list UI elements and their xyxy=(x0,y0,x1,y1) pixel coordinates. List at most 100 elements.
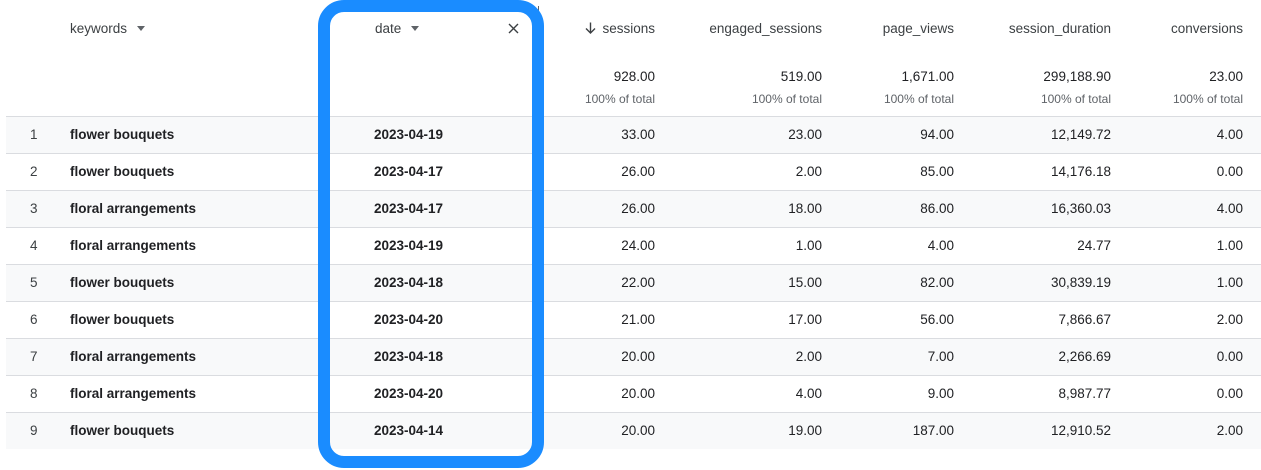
keyword-cell: flower bouquets xyxy=(70,312,175,327)
column-header-date-label: date xyxy=(375,20,402,36)
engaged-sessions-cell: 2.00 xyxy=(795,164,822,179)
column-header-engaged-sessions[interactable]: engaged_sessions xyxy=(680,16,822,40)
session-duration-cell: 24.77 xyxy=(1077,238,1111,253)
row-index: 2 xyxy=(30,164,38,179)
percent-of-total: 100% of total xyxy=(1040,92,1111,106)
keyword-cell: floral arrangements xyxy=(70,386,197,401)
engaged-sessions-cell: 17.00 xyxy=(788,312,822,327)
session-duration-cell: 12,149.72 xyxy=(1050,127,1111,142)
page-views-cell: 86.00 xyxy=(920,201,954,216)
keyword-cell: flower bouquets xyxy=(70,127,175,142)
page-views-cell: 9.00 xyxy=(927,386,954,401)
engaged-sessions-cell: 18.00 xyxy=(788,201,822,216)
page-views-cell: 4.00 xyxy=(927,238,954,253)
sessions-cell: 20.00 xyxy=(621,349,655,364)
arrow-down-icon xyxy=(585,22,596,34)
row-index: 1 xyxy=(30,127,38,142)
table-row[interactable]: 8 floral arrangements 2023-04-20 20.00 4… xyxy=(6,375,1261,412)
conversions-cell: 0.00 xyxy=(1216,164,1243,179)
date-cell: 2023-04-17 xyxy=(374,201,444,216)
date-cell: 2023-04-18 xyxy=(374,349,444,364)
engaged-sessions-cell: 15.00 xyxy=(788,275,822,290)
column-header-conversions[interactable]: conversions xyxy=(1140,16,1243,40)
session-duration-cell: 2,266.69 xyxy=(1058,349,1111,364)
table-row[interactable]: 6 flower bouquets 2023-04-20 21.00 17.00… xyxy=(6,301,1261,338)
table-row[interactable]: 4 floral arrangements 2023-04-19 24.00 1… xyxy=(6,227,1261,264)
table-row[interactable]: 3 floral arrangements 2023-04-17 26.00 1… xyxy=(6,190,1261,227)
column-header-date[interactable]: date xyxy=(375,16,420,40)
percent-of-total: 100% of total xyxy=(1172,92,1243,106)
date-cell: 2023-04-14 xyxy=(374,423,444,438)
percent-of-total: 100% of total xyxy=(883,92,954,106)
table-row[interactable]: 2 flower bouquets 2023-04-17 26.00 2.00 … xyxy=(6,153,1261,190)
conversions-cell: 1.00 xyxy=(1216,238,1243,253)
table-row[interactable]: 5 flower bouquets 2023-04-18 22.00 15.00… xyxy=(6,264,1261,301)
conversions-cell: 0.00 xyxy=(1216,349,1243,364)
column-header-keywords-label: keywords xyxy=(70,20,128,36)
session-duration-cell: 8,987.77 xyxy=(1058,386,1111,401)
page-views-cell: 82.00 xyxy=(920,275,954,290)
session-duration-cell: 16,360.03 xyxy=(1050,201,1111,216)
total-sessions: 928.00 xyxy=(613,69,655,84)
conversions-cell: 2.00 xyxy=(1216,423,1243,438)
sessions-cell: 33.00 xyxy=(621,127,655,142)
caret-down-icon[interactable] xyxy=(411,25,420,31)
sessions-cell: 20.00 xyxy=(621,423,655,438)
total-session-duration: 299,188.90 xyxy=(1043,69,1111,84)
column-header-sessions[interactable]: sessions xyxy=(560,16,655,40)
row-index: 5 xyxy=(30,275,38,290)
date-cell: 2023-04-20 xyxy=(374,312,444,327)
column-divider xyxy=(538,6,539,20)
session-duration-cell: 30,839.19 xyxy=(1050,275,1111,290)
caret-down-icon[interactable] xyxy=(137,25,146,31)
column-header-keywords[interactable]: keywords xyxy=(70,16,146,40)
date-cell: 2023-04-17 xyxy=(374,164,444,179)
data-table: keywords date sessions engaged_sessions … xyxy=(0,0,1261,470)
row-index: 7 xyxy=(30,349,38,364)
page-views-cell: 94.00 xyxy=(920,127,954,142)
session-duration-cell: 12,910.52 xyxy=(1050,423,1111,438)
close-icon[interactable] xyxy=(504,19,522,37)
column-header-session-duration-label: session_duration xyxy=(1008,20,1111,36)
column-header-page-views[interactable]: page_views xyxy=(850,16,954,40)
sessions-cell: 22.00 xyxy=(621,275,655,290)
table-row[interactable]: 1 flower bouquets 2023-04-19 33.00 23.00… xyxy=(6,116,1261,153)
keyword-cell: floral arrangements xyxy=(70,238,197,253)
total-page-views: 1,671.00 xyxy=(901,69,954,84)
sessions-cell: 20.00 xyxy=(621,386,655,401)
column-header-conversions-label: conversions xyxy=(1170,20,1243,36)
engaged-sessions-cell: 4.00 xyxy=(795,386,822,401)
column-header-page-views-label: page_views xyxy=(882,20,954,36)
page-views-cell: 187.00 xyxy=(912,423,954,438)
engaged-sessions-cell: 2.00 xyxy=(795,349,822,364)
date-cell: 2023-04-19 xyxy=(374,238,444,253)
column-header-engaged-sessions-label: engaged_sessions xyxy=(709,20,822,36)
table-row[interactable]: 7 floral arrangements 2023-04-18 20.00 2… xyxy=(6,338,1261,375)
session-duration-cell: 14,176.18 xyxy=(1050,164,1111,179)
table-row[interactable]: 9 flower bouquets 2023-04-14 20.00 19.00… xyxy=(6,412,1261,449)
keyword-cell: floral arrangements xyxy=(70,201,197,216)
conversions-cell: 1.00 xyxy=(1216,275,1243,290)
sessions-cell: 24.00 xyxy=(621,238,655,253)
session-duration-cell: 7,866.67 xyxy=(1058,312,1111,327)
conversions-cell: 4.00 xyxy=(1216,127,1243,142)
date-cell: 2023-04-18 xyxy=(374,275,444,290)
column-header-sessions-label: sessions xyxy=(602,20,655,36)
keyword-cell: flower bouquets xyxy=(70,423,175,438)
percent-of-total: 100% of total xyxy=(584,92,655,106)
date-cell: 2023-04-19 xyxy=(374,127,444,142)
row-index: 6 xyxy=(30,312,38,327)
conversions-cell: 2.00 xyxy=(1216,312,1243,327)
keyword-cell: flower bouquets xyxy=(70,164,175,179)
sessions-cell: 26.00 xyxy=(621,164,655,179)
date-cell: 2023-04-20 xyxy=(374,386,444,401)
column-header-session-duration[interactable]: session_duration xyxy=(980,16,1111,40)
conversions-cell: 0.00 xyxy=(1216,386,1243,401)
page-views-cell: 85.00 xyxy=(920,164,954,179)
row-index: 9 xyxy=(30,423,38,438)
keyword-cell: floral arrangements xyxy=(70,349,197,364)
page-views-cell: 56.00 xyxy=(920,312,954,327)
sessions-cell: 21.00 xyxy=(621,312,655,327)
conversions-cell: 4.00 xyxy=(1216,201,1243,216)
engaged-sessions-cell: 1.00 xyxy=(795,238,822,253)
